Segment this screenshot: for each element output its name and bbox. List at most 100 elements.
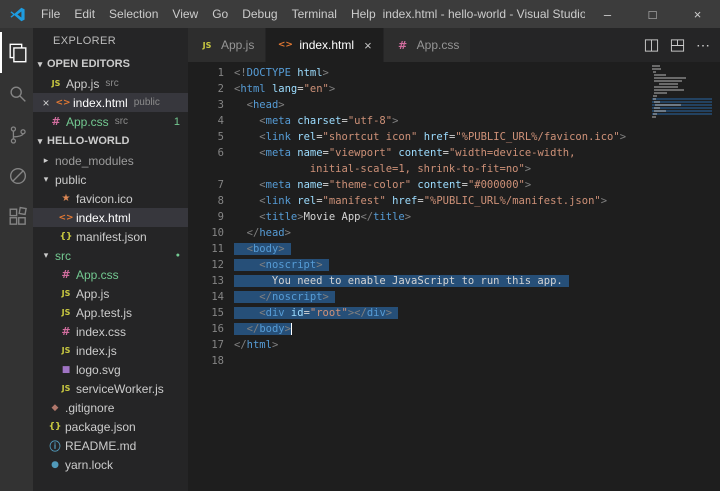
menu-help[interactable]: Help [344, 0, 383, 28]
tab-index.html[interactable]: <> index.html × [266, 28, 384, 62]
line-content[interactable]: </html> [224, 337, 278, 353]
modified-badge: 1 [173, 115, 180, 128]
js-file-icon: JS [61, 289, 71, 298]
tree-item-logo.svg[interactable]: ■ logo.svg [33, 360, 188, 379]
project-header[interactable]: ▾ HELLO-WORLD [33, 131, 188, 151]
code-line: 1 <!DOCTYPE html> [188, 65, 720, 81]
tab-actions: ⋯ [644, 28, 720, 62]
search-icon[interactable] [0, 73, 33, 114]
debug-icon[interactable] [0, 155, 33, 196]
line-number: 10 [211, 227, 224, 239]
line-content[interactable]: <link rel="shortcut icon" href="%PUBLIC_… [224, 129, 626, 145]
menu-selection[interactable]: Selection [102, 0, 165, 28]
tree-item-yarn.lock[interactable]: ● yarn.lock [33, 455, 188, 474]
text-cursor [290, 323, 293, 335]
editor-layout-icon[interactable] [670, 38, 685, 53]
tree-item-node_modules[interactable]: ▸ node_modules [33, 151, 188, 170]
tree-item-App.js[interactable]: JS App.js [33, 284, 188, 303]
tree-item-favicon.ico[interactable]: ★ favicon.ico [33, 189, 188, 208]
minimap-line [652, 83, 712, 85]
tree-item-index.js[interactable]: JS index.js [33, 341, 188, 360]
extensions-icon[interactable] [0, 196, 33, 237]
maximize-button[interactable]: □ [630, 0, 675, 28]
code-line: 18 [188, 353, 720, 369]
open-editor-index.html[interactable]: × <> index.html public [33, 93, 188, 112]
line-content[interactable]: <meta charset="utf-8"> [224, 113, 398, 129]
menu-terminal[interactable]: Terminal [285, 0, 344, 28]
minimap-line [652, 110, 712, 112]
line-content[interactable]: <meta name="viewport" content="width=dev… [224, 145, 575, 161]
code-line: 12 <noscript> [188, 257, 720, 273]
tree-item-index.html[interactable]: <> index.html [33, 208, 188, 227]
tree-item-README.md[interactable]: ⓘ README.md [33, 436, 188, 455]
open-editor-App.css[interactable]: # App.css src 1 [33, 112, 188, 131]
line-number: 15 [211, 307, 224, 319]
tree-item-src[interactable]: ▾ src ● [33, 246, 188, 265]
more-actions-icon[interactable]: ⋯ [696, 38, 710, 52]
code-line: initial-scale=1, shrink-to-fit=no"> [188, 161, 720, 177]
line-content[interactable]: </head> [224, 225, 291, 241]
tree-item-App.css[interactable]: # App.css [33, 265, 188, 284]
favicon-file-icon: ★ [61, 193, 71, 204]
line-content[interactable]: <noscript> [224, 257, 329, 273]
minimize-button[interactable]: – [585, 0, 630, 28]
line-number: 13 [211, 275, 224, 287]
tab-close-icon[interactable]: × [364, 38, 372, 53]
menu-go[interactable]: Go [205, 0, 235, 28]
modified-dot: ● [175, 252, 180, 259]
tab-App.css[interactable]: # App.css [383, 28, 472, 62]
line-content[interactable]: <link rel="manifest" href="%PUBLIC_URL%/… [224, 193, 607, 209]
line-number [188, 161, 224, 177]
split-editor-icon[interactable] [644, 38, 659, 53]
line-content[interactable] [224, 353, 234, 369]
line-content[interactable]: </noscript> [224, 289, 336, 305]
tree-item-App.test.js[interactable]: JS App.test.js [33, 303, 188, 322]
close-editor-icon[interactable]: × [39, 96, 53, 110]
title-bar: File Edit Selection View Go Debug Terminal Help… [0, 0, 720, 28]
open-editors-label: OPEN EDITORS [47, 58, 130, 70]
code-line: 6 <meta name="viewport" content="width=d… [188, 145, 720, 161]
tree-item-package.json[interactable]: {} package.json [33, 417, 188, 436]
chevron-down-icon: ▾ [43, 250, 49, 260]
source-control-icon[interactable] [0, 114, 33, 155]
open-editors-header[interactable]: ▾ OPEN EDITORS [33, 54, 188, 74]
line-content[interactable]: <title>Movie App</title> [224, 209, 411, 225]
line-content[interactable]: </body> [224, 321, 293, 337]
menu-file[interactable]: File [34, 0, 67, 28]
open-editor-App.js[interactable]: JS App.js src [33, 74, 188, 93]
menu-view[interactable]: View [165, 0, 205, 28]
js-file-icon: JS [61, 308, 71, 317]
tree-item-.gitignore[interactable]: ◆ .gitignore [33, 398, 188, 417]
tree-item-public[interactable]: ▾ public [33, 170, 188, 189]
file-name: .gitignore [65, 400, 115, 415]
line-content[interactable]: <meta name="theme-color" content="#00000… [224, 177, 531, 193]
close-button[interactable]: × [675, 0, 720, 28]
line-content[interactable]: You need to enable JavaScript to run thi… [224, 273, 570, 289]
tree-item-manifest.json[interactable]: {} manifest.json [33, 227, 188, 246]
minimap-line [652, 71, 712, 73]
line-number: 9 [217, 211, 224, 223]
code-area[interactable]: 1 <!DOCTYPE html> 2 <html lang="en"> 3 <head… [188, 65, 720, 369]
minimap-line [652, 119, 712, 121]
line-content[interactable]: <head> [224, 97, 285, 113]
explorer-icon[interactable] [0, 32, 33, 73]
line-content[interactable]: <!DOCTYPE html> [224, 65, 329, 81]
html-file-icon: <> [58, 212, 74, 223]
tree-item-index.css[interactable]: # index.css [33, 322, 188, 341]
menu-edit[interactable]: Edit [67, 0, 102, 28]
editor[interactable]: 1 <!DOCTYPE html> 2 <html lang="en"> 3 <head… [188, 62, 720, 491]
tab-App.js[interactable]: JS App.js [188, 28, 267, 62]
minimap[interactable] [652, 65, 712, 122]
menu-debug[interactable]: Debug [235, 0, 284, 28]
editor-group: JS App.js <> index.html × # App.css ⋯ 1 <!DOCTY… [188, 28, 720, 491]
file-path: src [105, 78, 119, 89]
file-name: yarn.lock [65, 457, 114, 472]
minimap-line [652, 107, 712, 109]
code-line: 8 <link rel="manifest" href="%PUBLIC_URL… [188, 193, 720, 209]
line-number: 18 [211, 355, 224, 367]
line-content[interactable]: <html lang="en"> [224, 81, 335, 97]
tree-item-serviceWorker.js[interactable]: JS serviceWorker.js [33, 379, 188, 398]
line-content[interactable]: <body> [224, 241, 291, 257]
line-content[interactable]: <div id="root"></div> [224, 305, 399, 321]
line-content[interactable]: initial-scale=1, shrink-to-fit=no"> [224, 161, 531, 177]
